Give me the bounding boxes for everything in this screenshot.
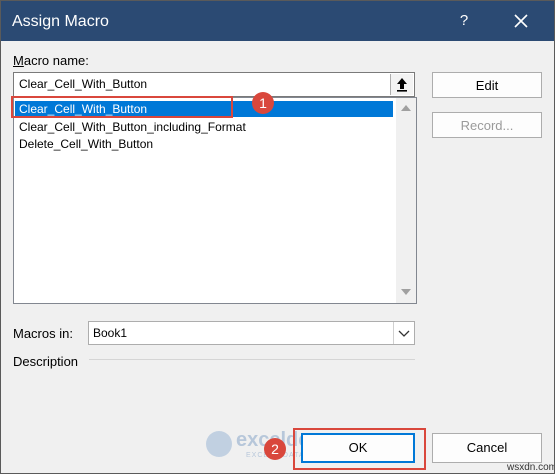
chevron-down-icon (398, 330, 410, 337)
watermark-logo-icon (206, 431, 232, 457)
cancel-button[interactable]: Cancel (432, 433, 542, 463)
step-badge-1: 1 (252, 92, 274, 114)
upload-arrow-icon (397, 78, 407, 92)
macro-list-item[interactable]: Delete_Cell_With_Button (15, 136, 393, 152)
macros-in-value: Book1 (93, 326, 128, 340)
macros-in-select[interactable]: Book1 (88, 321, 415, 345)
macro-list[interactable]: Clear_Cell_With_Button Clear_Cell_With_B… (13, 97, 417, 304)
description-divider (89, 359, 415, 360)
macro-name-value: Clear_Cell_With_Button (19, 77, 148, 91)
scroll-up-icon[interactable] (401, 104, 411, 112)
step-badge-2: 2 (264, 438, 286, 460)
record-button[interactable]: Record... (432, 112, 542, 138)
vertical-scrollbar[interactable] (396, 98, 416, 303)
callout-box-1 (11, 96, 233, 118)
help-button[interactable]: ? (452, 9, 476, 33)
close-button[interactable] (509, 9, 533, 33)
description-label: Description (13, 354, 79, 369)
dropdown-arrow[interactable] (393, 322, 414, 344)
macros-in-label: Macros in: (13, 326, 73, 341)
site-tag: wsxdn.com (507, 462, 555, 473)
title-bar: Assign Macro ? (1, 1, 554, 41)
macro-name-label: Macro name: (13, 53, 89, 68)
macro-name-input[interactable]: Clear_Cell_With_Button (13, 72, 415, 97)
dialog-title: Assign Macro (12, 13, 109, 30)
callout-box-2 (293, 428, 426, 470)
edit-button[interactable]: Edit (432, 72, 542, 98)
macro-list-item[interactable]: Clear_Cell_With_Button_including_Format (15, 119, 393, 135)
close-icon (514, 14, 528, 28)
assign-macro-dialog: Assign Macro ? Macro name: Clear_Cell_Wi… (0, 0, 555, 474)
collapse-dialog-button[interactable] (390, 74, 413, 95)
scroll-down-icon[interactable] (401, 288, 411, 296)
